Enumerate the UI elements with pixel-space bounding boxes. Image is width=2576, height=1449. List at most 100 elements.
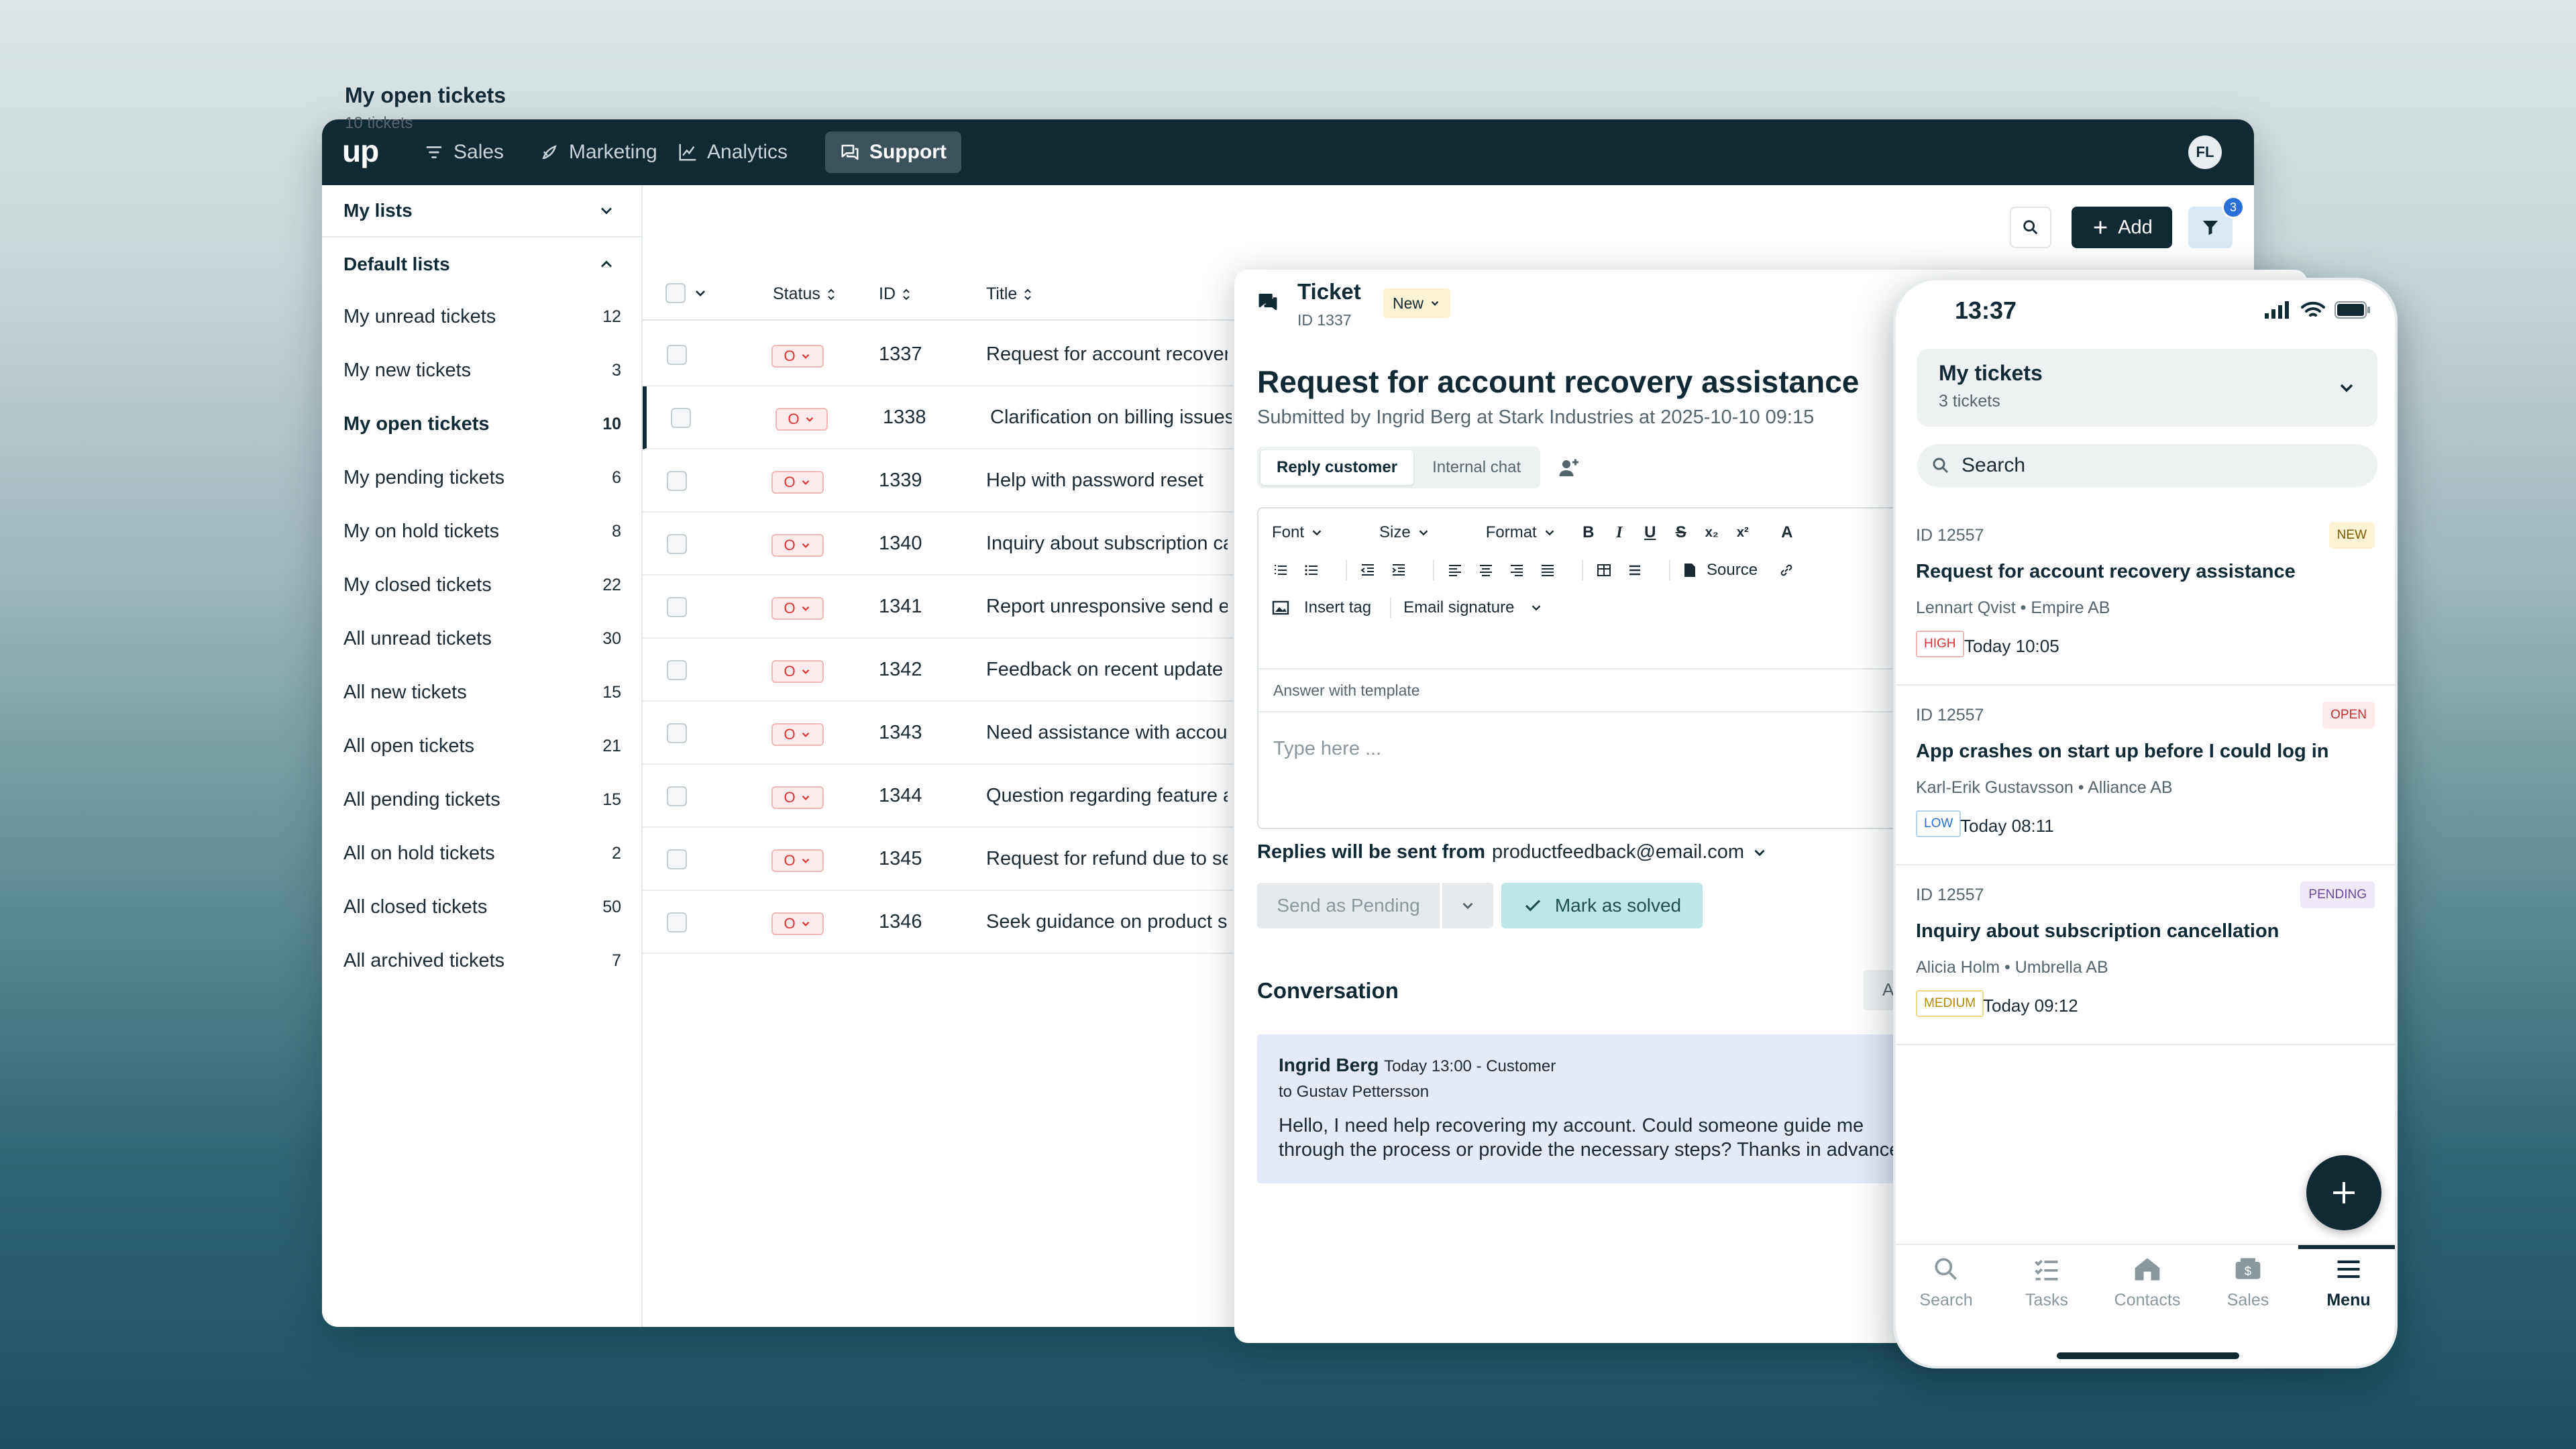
- sidebar-item[interactable]: All closed tickets 50: [322, 880, 643, 934]
- table-row[interactable]: O 1341 Report unresponsive send email: [643, 576, 1233, 639]
- superscript-icon[interactable]: x²: [1734, 524, 1752, 541]
- sidebar-item[interactable]: My on hold tickets 8: [322, 504, 643, 558]
- add-button[interactable]: Add: [2072, 207, 2172, 248]
- tab-sales[interactable]: $ Sales: [2198, 1254, 2298, 1310]
- column-id[interactable]: ID: [879, 284, 912, 304]
- table-row[interactable]: O 1344 Question regarding feature availabi…: [643, 765, 1233, 828]
- chevron-down-icon[interactable]: [692, 285, 708, 301]
- outdent-icon[interactable]: [1359, 561, 1377, 579]
- reply-input-placeholder[interactable]: Type here ...: [1273, 738, 1381, 760]
- table-row[interactable]: O 1338 Clarification on billing issues: [643, 386, 1233, 449]
- ticket-card[interactable]: ID 12557 PENDING Inquiry about subscriptio…: [1896, 865, 2395, 1045]
- search-button[interactable]: [2010, 207, 2051, 248]
- table-row[interactable]: O 1345 Request for refund due to service: [643, 828, 1233, 891]
- email-signature-dropdown[interactable]: Email signature: [1403, 598, 1544, 617]
- row-checkbox[interactable]: [667, 723, 687, 743]
- align-right-icon[interactable]: [1508, 561, 1525, 579]
- app-logo[interactable]: up: [342, 133, 379, 169]
- sidebar-item[interactable]: All open tickets 21: [322, 719, 643, 773]
- nav-sales[interactable]: Sales: [409, 131, 519, 173]
- align-justify-icon[interactable]: [1539, 561, 1556, 579]
- sidebar-item[interactable]: All unread tickets 30: [322, 612, 643, 665]
- italic-icon[interactable]: I: [1611, 524, 1628, 541]
- status-badge[interactable]: O: [771, 660, 824, 683]
- table-icon[interactable]: [1595, 561, 1613, 579]
- status-badge[interactable]: O: [771, 849, 824, 872]
- sidebar-item[interactable]: My pending tickets 6: [322, 451, 643, 504]
- column-title[interactable]: Title: [986, 284, 1033, 304]
- sidebar-item[interactable]: All archived tickets 7: [322, 934, 643, 987]
- tab-reply-customer[interactable]: Reply customer: [1260, 450, 1414, 485]
- table-row[interactable]: O 1342 Feedback on recent update: [643, 639, 1233, 702]
- size-dropdown[interactable]: Size: [1379, 523, 1463, 542]
- underline-icon[interactable]: U: [1642, 523, 1659, 541]
- avatar[interactable]: FL: [2188, 136, 2222, 169]
- status-badge[interactable]: O: [771, 912, 824, 935]
- tab-search[interactable]: Search: [1896, 1254, 1996, 1310]
- ticket-list-selector[interactable]: My tickets 3 tickets: [1917, 349, 2377, 427]
- align-center-icon[interactable]: [1477, 561, 1495, 579]
- reply-from[interactable]: Replies will be sent from productfeedbac…: [1257, 841, 1768, 863]
- sidebar-item[interactable]: My new tickets 3: [322, 343, 643, 397]
- sidebar-item[interactable]: All pending tickets 15: [322, 773, 643, 826]
- status-badge[interactable]: O: [771, 345, 824, 368]
- row-checkbox[interactable]: [667, 912, 687, 932]
- format-dropdown[interactable]: Format: [1486, 523, 1557, 542]
- status-badge[interactable]: O: [771, 723, 824, 746]
- ticket-state-dropdown[interactable]: New: [1383, 288, 1451, 318]
- strikethrough-icon[interactable]: S: [1672, 523, 1690, 541]
- text-color-icon[interactable]: A: [1778, 523, 1796, 541]
- add-person-icon[interactable]: [1556, 456, 1580, 480]
- row-checkbox[interactable]: [667, 534, 687, 554]
- bullet-list-icon[interactable]: [1303, 561, 1320, 579]
- table-row[interactable]: O 1337 Request for account recovery assist…: [643, 323, 1233, 386]
- table-row[interactable]: O 1346 Seek guidance on product setup: [643, 891, 1233, 954]
- row-checkbox[interactable]: [667, 345, 687, 365]
- row-checkbox[interactable]: [667, 597, 687, 617]
- sidebar-item[interactable]: My closed tickets 22: [322, 558, 643, 612]
- sidebar-item[interactable]: All on hold tickets 2: [322, 826, 643, 880]
- nav-marketing[interactable]: Marketing: [525, 131, 672, 173]
- sidebar-item[interactable]: All new tickets 15: [322, 665, 643, 719]
- indent-icon[interactable]: [1390, 561, 1407, 579]
- status-badge[interactable]: O: [775, 408, 828, 431]
- row-checkbox[interactable]: [667, 471, 687, 491]
- nav-analytics[interactable]: Analytics: [663, 131, 802, 173]
- ticket-card[interactable]: ID 12557 OPEN App crashes on start up befo…: [1896, 686, 2395, 865]
- search-input[interactable]: Search: [1917, 444, 2377, 487]
- sidebar-item[interactable]: My unread tickets 12: [322, 290, 643, 343]
- select-all[interactable]: [665, 283, 708, 303]
- subscript-icon[interactable]: x₂: [1703, 524, 1721, 541]
- insert-tag-button[interactable]: Insert tag: [1272, 598, 1371, 617]
- numbered-list-icon[interactable]: [1272, 561, 1289, 579]
- tab-contacts[interactable]: Contacts: [2097, 1254, 2198, 1310]
- row-checkbox[interactable]: [667, 849, 687, 869]
- status-badge[interactable]: O: [771, 471, 824, 494]
- status-badge[interactable]: O: [771, 786, 824, 809]
- link-icon[interactable]: [1778, 561, 1795, 579]
- nav-support[interactable]: Support: [825, 131, 961, 173]
- tab-tasks[interactable]: Tasks: [1996, 1254, 2097, 1310]
- row-checkbox[interactable]: [667, 660, 687, 680]
- source-button[interactable]: Source: [1682, 561, 1758, 580]
- send-options-dropdown[interactable]: [1442, 883, 1493, 928]
- table-row[interactable]: O 1343 Need assistance with account: [643, 702, 1233, 765]
- status-badge[interactable]: O: [771, 534, 824, 557]
- tab-menu[interactable]: Menu: [2298, 1254, 2395, 1310]
- bold-icon[interactable]: B: [1580, 523, 1597, 541]
- align-left-icon[interactable]: [1446, 561, 1464, 579]
- send-as-pending-button[interactable]: Send as Pending: [1257, 883, 1440, 928]
- column-status[interactable]: Status: [773, 284, 837, 304]
- add-ticket-button[interactable]: [2306, 1155, 2381, 1230]
- sidebar-item[interactable]: My open tickets 10: [322, 397, 643, 451]
- mark-as-solved-button[interactable]: Mark as solved: [1501, 883, 1703, 928]
- block-icon[interactable]: [1626, 561, 1644, 579]
- font-dropdown[interactable]: Font: [1272, 523, 1356, 542]
- row-checkbox[interactable]: [671, 408, 691, 428]
- my-lists-header[interactable]: My lists: [322, 185, 643, 236]
- table-row[interactable]: O 1340 Inquiry about subscription cancella…: [643, 513, 1233, 576]
- ticket-card[interactable]: ID 12557 NEW Request for account recovery …: [1896, 506, 2395, 686]
- select-all-checkbox[interactable]: [665, 283, 686, 303]
- row-checkbox[interactable]: [667, 786, 687, 806]
- default-lists-header[interactable]: Default lists: [322, 239, 643, 290]
